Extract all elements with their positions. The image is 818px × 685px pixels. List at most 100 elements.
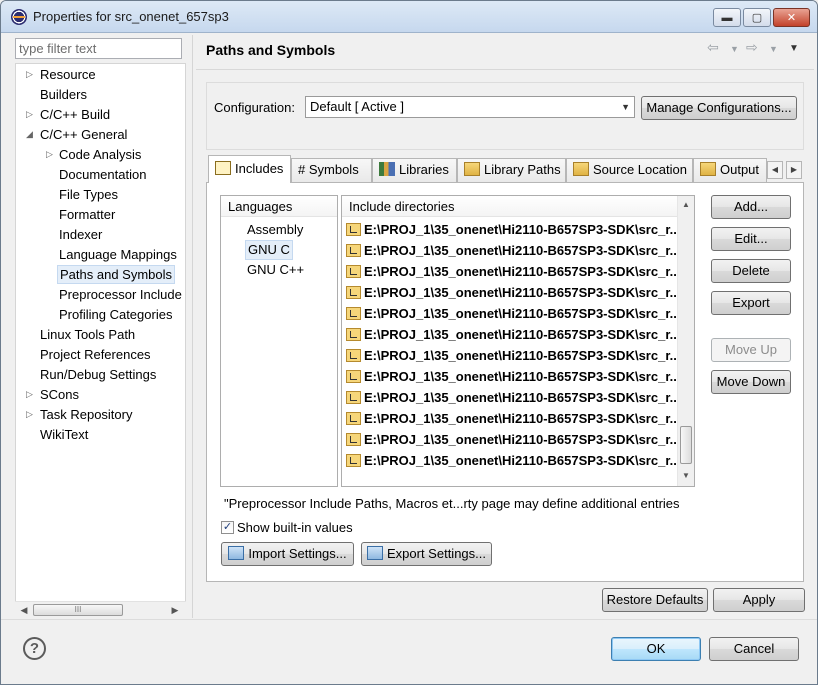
languages-header: Languages	[221, 196, 337, 217]
ok-button[interactable]: OK	[611, 637, 701, 661]
tree-item-wikitext[interactable]: WikiText	[38, 425, 90, 444]
tree-item-indexer[interactable]: Indexer	[57, 225, 104, 244]
expand-arrow-icon[interactable]: ▷	[26, 385, 33, 404]
expand-arrow-icon[interactable]: ▷	[26, 105, 33, 124]
move-up-button[interactable]: Move Up	[711, 338, 791, 362]
title-bar: Properties for src_onenet_657sp3 ▬ ▢ ✕	[1, 1, 817, 33]
tree-item-scons[interactable]: SCons	[38, 385, 81, 404]
forward-icon[interactable]: ⇨	[746, 39, 758, 56]
include-vertical-scrollbar[interactable]: ▲ ▼	[677, 196, 694, 486]
list-item[interactable]: E:\PROJ_1\35_onenet\Hi2110-B657SP3-SDK\s…	[346, 387, 681, 408]
tree-item-formatter[interactable]: Formatter	[57, 205, 117, 224]
export-button[interactable]: Export	[711, 291, 791, 315]
close-button[interactable]: ✕	[773, 8, 810, 27]
add-button[interactable]: Add...	[711, 195, 791, 219]
tree-item-linux-tools-path[interactable]: Linux Tools Path	[38, 325, 137, 344]
tree-item-documentation[interactable]: Documentation	[57, 165, 148, 184]
scroll-right-icon[interactable]: ▶	[168, 603, 182, 617]
tab-scroll-left-icon[interactable]: ◀	[767, 161, 783, 179]
tree-item-cpp-build[interactable]: C/C++ Build	[38, 105, 112, 124]
language-gnu-c[interactable]: GNU C	[245, 240, 293, 260]
list-item[interactable]: E:\PROJ_1\35_onenet\Hi2110-B657SP3-SDK\s…	[346, 219, 681, 240]
list-item[interactable]: E:\PROJ_1\35_onenet\Hi2110-B657SP3-SDK\s…	[346, 282, 681, 303]
list-item[interactable]: E:\PROJ_1\35_onenet\Hi2110-B657SP3-SDK\s…	[346, 366, 681, 387]
tab-libraries[interactable]: Libraries	[372, 158, 457, 182]
tab-scroll-right-icon[interactable]: ▶	[786, 161, 802, 179]
configuration-label: Configuration:	[214, 100, 295, 115]
back-menu-icon[interactable]: ▼	[730, 44, 739, 54]
include-folder-icon	[346, 244, 361, 257]
list-item[interactable]: E:\PROJ_1\35_onenet\Hi2110-B657SP3-SDK\s…	[346, 429, 681, 450]
tree-item-builders[interactable]: Builders	[38, 85, 89, 104]
list-item[interactable]: E:\PROJ_1\35_onenet\Hi2110-B657SP3-SDK\s…	[346, 450, 681, 471]
list-item[interactable]: E:\PROJ_1\35_onenet\Hi2110-B657SP3-SDK\s…	[346, 240, 681, 261]
tree-horizontal-scrollbar[interactable]: ◀ III ▶	[15, 601, 186, 618]
expand-arrow-icon[interactable]: ▷	[26, 405, 33, 424]
library-paths-icon	[464, 162, 480, 176]
minimize-button[interactable]: ▬	[713, 8, 741, 27]
tree-item-cpp-general[interactable]: C/C++ General	[38, 125, 129, 144]
expand-arrow-icon[interactable]: ▷	[26, 65, 33, 84]
splitter[interactable]	[192, 35, 193, 618]
configuration-select[interactable]: Default [ Active ] ▼	[305, 96, 635, 118]
tree-item-paths-and-symbols[interactable]: Paths and Symbols	[57, 265, 176, 284]
back-icon[interactable]: ⇦	[707, 39, 719, 56]
tree-item-run-debug-settings[interactable]: Run/Debug Settings	[38, 365, 158, 384]
include-folder-icon	[346, 265, 361, 278]
scroll-thumb[interactable]	[680, 426, 692, 464]
view-menu-icon[interactable]: ▼	[789, 43, 799, 54]
tree-item-task-repository[interactable]: Task Repository	[38, 405, 134, 424]
page-title: Paths and Symbols	[206, 42, 336, 58]
scroll-up-icon[interactable]: ▲	[679, 198, 693, 212]
help-icon[interactable]: ?	[23, 637, 46, 660]
export-settings-button[interactable]: Export Settings...	[361, 542, 492, 566]
forward-menu-icon[interactable]: ▼	[769, 44, 778, 54]
language-assembly[interactable]: Assembly	[245, 220, 305, 240]
scroll-left-icon[interactable]: ◀	[17, 603, 31, 617]
restore-defaults-button[interactable]: Restore Defaults	[602, 588, 708, 612]
list-item[interactable]: E:\PROJ_1\35_onenet\Hi2110-B657SP3-SDK\s…	[346, 408, 681, 429]
edit-button[interactable]: Edit...	[711, 227, 791, 251]
list-item[interactable]: E:\PROJ_1\35_onenet\Hi2110-B657SP3-SDK\s…	[346, 324, 681, 345]
import-settings-button[interactable]: Import Settings...	[221, 542, 354, 566]
header-separator	[196, 69, 814, 70]
tree-item-file-types[interactable]: File Types	[57, 185, 120, 204]
tree-item-project-references[interactable]: Project References	[38, 345, 153, 364]
import-settings-label: Import Settings...	[248, 546, 347, 561]
cancel-button[interactable]: Cancel	[709, 637, 799, 661]
tree-item-profiling-categories[interactable]: Profiling Categories	[57, 305, 174, 324]
filter-input[interactable]	[15, 38, 182, 59]
property-tree: ▷ Resource Builders ▷ C/C++ Build ◢ C/C+…	[15, 63, 186, 618]
list-item[interactable]: E:\PROJ_1\35_onenet\Hi2110-B657SP3-SDK\s…	[346, 345, 681, 366]
tree-item-code-analysis[interactable]: Code Analysis	[57, 145, 143, 164]
manage-configurations-button[interactable]: Manage Configurations...	[641, 96, 797, 120]
include-path: E:\PROJ_1\35_onenet\Hi2110-B657SP3-SDK\s…	[364, 327, 681, 342]
tab-symbols[interactable]: # Symbols	[291, 158, 372, 182]
tab-includes[interactable]: Includes	[208, 155, 291, 183]
expand-arrow-icon[interactable]: ▷	[46, 145, 53, 164]
collapse-arrow-icon[interactable]: ◢	[26, 125, 33, 144]
show-builtin-checkbox[interactable]: ✓	[221, 521, 234, 534]
language-gnu-cpp[interactable]: GNU C++	[245, 260, 306, 280]
include-path: E:\PROJ_1\35_onenet\Hi2110-B657SP3-SDK\s…	[364, 285, 681, 300]
scroll-down-icon[interactable]: ▼	[679, 469, 693, 483]
tab-label: Output	[720, 162, 760, 177]
list-item[interactable]: E:\PROJ_1\35_onenet\Hi2110-B657SP3-SDK\s…	[346, 303, 681, 324]
include-path: E:\PROJ_1\35_onenet\Hi2110-B657SP3-SDK\s…	[364, 411, 681, 426]
scroll-thumb[interactable]: III	[33, 604, 123, 616]
show-builtin-label[interactable]: Show built-in values	[237, 520, 353, 535]
list-item[interactable]: E:\PROJ_1\35_onenet\Hi2110-B657SP3-SDK\s…	[346, 261, 681, 282]
include-path: E:\PROJ_1\35_onenet\Hi2110-B657SP3-SDK\s…	[364, 264, 681, 279]
tree-item-resource[interactable]: Resource	[38, 65, 98, 84]
tree-item-preprocessor-include[interactable]: Preprocessor Include	[57, 285, 184, 304]
tab-library-paths[interactable]: Library Paths	[457, 158, 566, 182]
move-down-button[interactable]: Move Down	[711, 370, 791, 394]
tab-source-location[interactable]: Source Location	[566, 158, 693, 182]
maximize-button[interactable]: ▢	[743, 8, 771, 27]
apply-button[interactable]: Apply	[713, 588, 805, 612]
include-folder-icon	[346, 286, 361, 299]
tab-output[interactable]: Output	[693, 158, 767, 182]
delete-button[interactable]: Delete	[711, 259, 791, 283]
export-settings-label: Export Settings...	[387, 546, 486, 561]
tree-item-language-mappings[interactable]: Language Mappings	[57, 245, 179, 264]
